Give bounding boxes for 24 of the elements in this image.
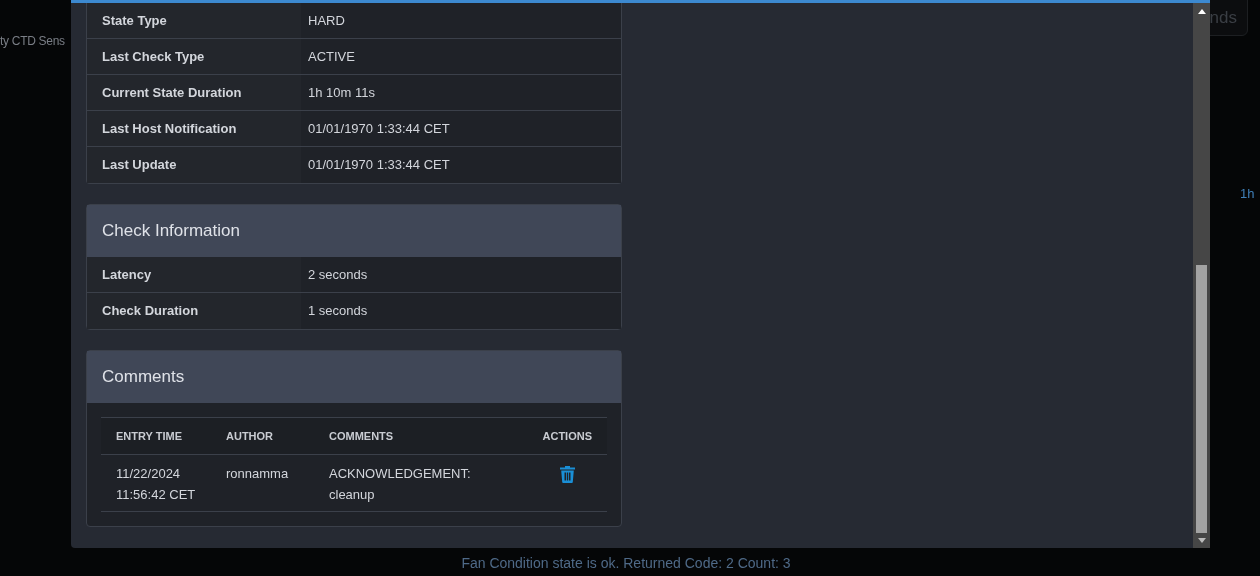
- field-label: Last Update: [87, 147, 301, 183]
- field-label: Check Duration: [87, 293, 301, 329]
- scroll-down-icon[interactable]: [1197, 537, 1206, 543]
- scroll-up-icon[interactable]: [1197, 8, 1206, 14]
- table-cell: 11/22/2024 11:56:42 CET: [101, 454, 211, 511]
- scrollbar-thumb[interactable]: [1196, 265, 1207, 533]
- field-label: Latency: [87, 257, 301, 292]
- scrollbar[interactable]: [1193, 3, 1210, 548]
- duration-text: 1h: [1240, 185, 1255, 203]
- column-header: COMMENTS: [314, 417, 528, 454]
- table-cell: ACKNOWLEDGEMENT: cleanup: [314, 454, 528, 511]
- column-header: ENTRY TIME: [101, 417, 211, 454]
- column-header: AUTHOR: [211, 417, 314, 454]
- page-title: ty CTD Sens: [0, 33, 65, 50]
- panel-title: Comments: [87, 351, 621, 403]
- panel-title: Check Information: [87, 205, 621, 257]
- field-label: State Type: [87, 3, 301, 38]
- trash-icon[interactable]: [559, 465, 575, 483]
- status-message: Fan Condition state is ok. Returned Code: 2 Count: 3: [461, 555, 791, 571]
- field-label: Current State Duration: [87, 75, 301, 110]
- table-cell: ronnamma: [211, 454, 314, 511]
- field-label: Last Check Type: [87, 39, 301, 74]
- column-header: ACTIONS: [527, 417, 607, 454]
- field-label: Last Host Notification: [87, 111, 301, 146]
